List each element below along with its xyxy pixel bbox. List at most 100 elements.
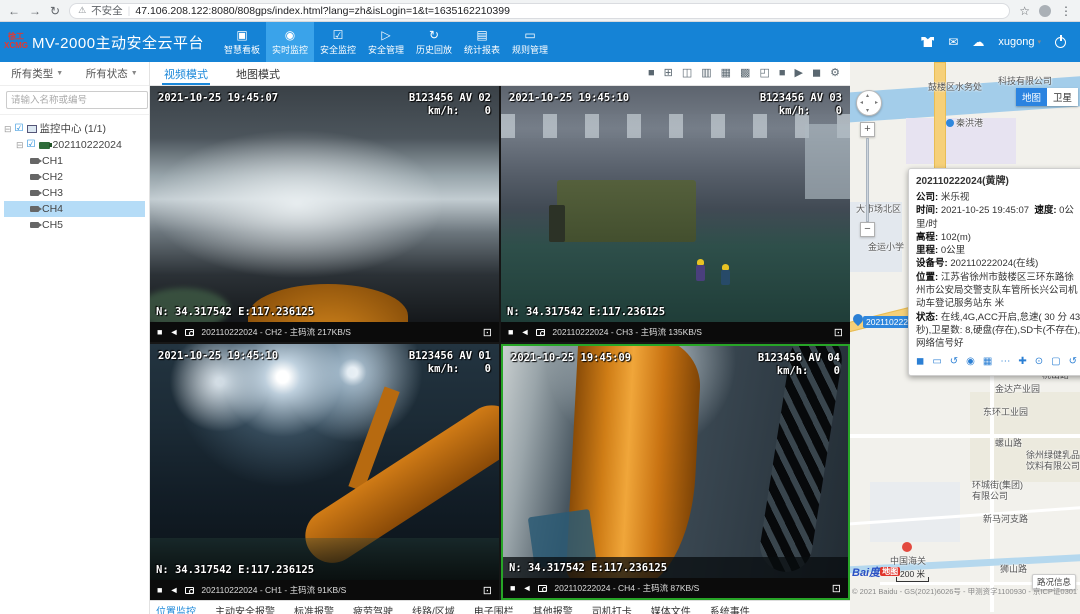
address-bar[interactable]: ⚠ 不安全 | 47.106.208.122:8080/808gps/index… <box>69 3 1010 19</box>
nav-statistics[interactable]: ▤ 统计报表 <box>458 22 506 62</box>
tab-driver-checkin[interactable]: 司机打卡 <box>592 603 632 614</box>
tree-node-ch3[interactable]: CH3 <box>4 185 145 201</box>
browser-menu-icon[interactable]: ⋮ <box>1060 5 1072 17</box>
tools-action-icon[interactable]: ✚ <box>1018 355 1026 369</box>
view-9-icon[interactable]: ▦ <box>721 68 731 79</box>
tree-node-ch2[interactable]: CH2 <box>4 169 145 185</box>
tab-active-safety-alarm[interactable]: 主动安全报警 <box>215 603 275 614</box>
cloud-icon[interactable]: ☁ <box>972 36 984 48</box>
tree-node-ch1[interactable]: CH1 <box>4 153 145 169</box>
tree-node-vehicle[interactable]: ⊟ ☑ 202110222024 <box>4 137 145 153</box>
pan-down-icon[interactable]: ▾ <box>866 107 869 114</box>
stop-all-icon[interactable]: ■ <box>779 68 786 79</box>
text-action-icon[interactable]: ▦ <box>983 355 992 369</box>
monitor-action-icon[interactable]: ▭ <box>932 355 941 369</box>
osd-timestamp: 2021-10-25 19:45:10 <box>158 350 278 362</box>
history-action-icon[interactable]: ↺ <box>1069 355 1077 369</box>
logout-power-icon[interactable] <box>1055 37 1066 48</box>
tab-geo-fence[interactable]: 电子围栏 <box>474 603 514 614</box>
tree-node-ch4-selected[interactable]: CH4 <box>4 201 145 217</box>
nav-safety-monitor[interactable]: ☑ 安全监控 <box>314 22 362 62</box>
audio-icon[interactable]: ◄ <box>520 328 529 337</box>
view-6-icon[interactable]: ◫ <box>682 68 692 79</box>
audio-icon[interactable]: ◄ <box>169 586 178 595</box>
more-action-icon[interactable]: ⋯ <box>1000 355 1010 369</box>
audio-icon[interactable]: ◄ <box>522 584 531 593</box>
forward-icon[interactable]: → <box>29 5 41 17</box>
map-view-button[interactable]: 地图 <box>1016 88 1047 106</box>
snapshot-icon[interactable] <box>536 329 545 336</box>
video-cell-ch2[interactable]: 2021-10-25 19:45:07 B123456 AV 02 km/h: … <box>150 86 499 342</box>
tab-video-mode[interactable]: 视频模式 <box>150 62 222 85</box>
expand-icon[interactable]: ⊡ <box>832 582 841 595</box>
video-action-icon[interactable]: ◼ <box>916 355 924 369</box>
collapse-icon[interactable]: ⊟ <box>16 137 24 153</box>
track-action-icon[interactable]: ⊙ <box>1035 355 1043 369</box>
playback-action-icon[interactable]: ↺ <box>950 355 958 369</box>
nav-rules[interactable]: ▭ 规则管理 <box>506 22 554 62</box>
zoom-out-button[interactable]: − <box>860 222 875 237</box>
zoom-in-button[interactable]: + <box>860 122 875 137</box>
mail-icon[interactable]: ✉ <box>948 36 958 48</box>
collapse-icon[interactable]: ⊟ <box>4 121 12 137</box>
snapshot-icon[interactable] <box>538 585 547 592</box>
tab-other-alarm[interactable]: 其他报警 <box>533 603 573 614</box>
browser-avatar[interactable] <box>1039 5 1051 17</box>
fullscreen-icon[interactable]: ◰ <box>759 68 769 79</box>
search-input[interactable] <box>6 91 148 109</box>
checkbox-icon[interactable]: ☑ <box>15 121 24 137</box>
status-filter-dropdown[interactable]: 所有状态 ▼ <box>75 66 150 81</box>
tab-route-region[interactable]: 线路/区域 <box>412 603 455 614</box>
tab-position-monitor[interactable]: 位置监控 <box>156 603 196 614</box>
back-icon[interactable]: ← <box>8 5 20 17</box>
zoom-slider[interactable] <box>866 138 869 222</box>
photo-action-icon[interactable]: ◉ <box>966 355 975 369</box>
audio-icon[interactable]: ◄ <box>169 328 178 337</box>
tree-node-ch5[interactable]: CH5 <box>4 217 145 233</box>
type-filter-dropdown[interactable]: 所有类型 ▼ <box>0 66 75 81</box>
stop-icon[interactable]: ■ <box>510 584 515 593</box>
user-menu[interactable]: xugong ▾ <box>998 36 1041 48</box>
tree-node-center[interactable]: ⊟ ☑ 监控中心 (1/1) <box>4 121 145 137</box>
close-all-icon[interactable]: ◼ <box>812 68 821 79</box>
video-cell-ch4-selected[interactable]: 2021-10-25 19:45:09 B123456 AV 04 km/h: … <box>501 344 850 600</box>
view-16-icon[interactable]: ▩ <box>740 68 750 79</box>
view-4-icon[interactable]: ⊞ <box>664 68 673 79</box>
snapshot-icon[interactable] <box>185 329 194 336</box>
settings-icon[interactable]: ⚙ <box>830 68 840 79</box>
osd-timestamp: 2021-10-25 19:45:09 <box>511 352 631 364</box>
map-pan-control[interactable]: ▴ ▾ ◂ ▸ <box>856 90 882 116</box>
stop-icon[interactable]: ■ <box>157 586 162 595</box>
video-cell-ch1[interactable]: 2021-10-25 19:45:10 B123456 AV 01 km/h: … <box>150 344 499 600</box>
tab-fatigue-driving[interactable]: 疲劳驾驶 <box>353 603 393 614</box>
view-1-icon[interactable]: ■ <box>648 68 655 79</box>
nav-dashboard[interactable]: ▣ 智慧看板 <box>218 22 266 62</box>
window-action-icon[interactable]: ▢ <box>1051 355 1060 369</box>
pan-up-icon[interactable]: ▴ <box>866 92 869 99</box>
video-cell-ch3[interactable]: 2021-10-25 19:45:10 B123456 AV 03 km/h: … <box>501 86 850 342</box>
map-panel[interactable]: 鼓楼区水务处 科技有限公司 秦洪港 大市场北区 金运小学 徐州徐工液压件有限公司… <box>850 62 1080 614</box>
nav-history-playback[interactable]: ↻ 历史回放 <box>410 22 458 62</box>
pan-right-icon[interactable]: ▸ <box>875 99 878 106</box>
pan-left-icon[interactable]: ◂ <box>860 99 863 106</box>
play-all-icon[interactable]: ▶ <box>795 68 803 79</box>
expand-icon[interactable]: ⊡ <box>834 326 843 339</box>
theme-skin-icon[interactable] <box>921 37 934 47</box>
bookmark-star-icon[interactable]: ☆ <box>1019 5 1030 17</box>
snapshot-icon[interactable] <box>185 587 194 594</box>
nav-realtime-monitor[interactable]: ◉ 实时监控 <box>266 22 314 62</box>
expand-icon[interactable]: ⊡ <box>483 584 492 597</box>
stop-icon[interactable]: ■ <box>157 328 162 337</box>
tab-system-events[interactable]: 系统事件 <box>710 603 750 614</box>
osd-speed-value: 0 <box>485 105 491 117</box>
tab-standard-alarm[interactable]: 标准报警 <box>294 603 334 614</box>
tab-map-mode[interactable]: 地图模式 <box>222 62 294 85</box>
checkbox-icon[interactable]: ☑ <box>27 137 36 153</box>
view-8-icon[interactable]: ▥ <box>701 68 711 79</box>
reload-icon[interactable]: ↻ <box>50 5 60 17</box>
satellite-view-button[interactable]: 卫星 <box>1047 88 1078 106</box>
nav-safety-manage[interactable]: ▷ 安全管理 <box>362 22 410 62</box>
stop-icon[interactable]: ■ <box>508 328 513 337</box>
expand-icon[interactable]: ⊡ <box>483 326 492 339</box>
tab-media-files[interactable]: 媒体文件 <box>651 603 691 614</box>
